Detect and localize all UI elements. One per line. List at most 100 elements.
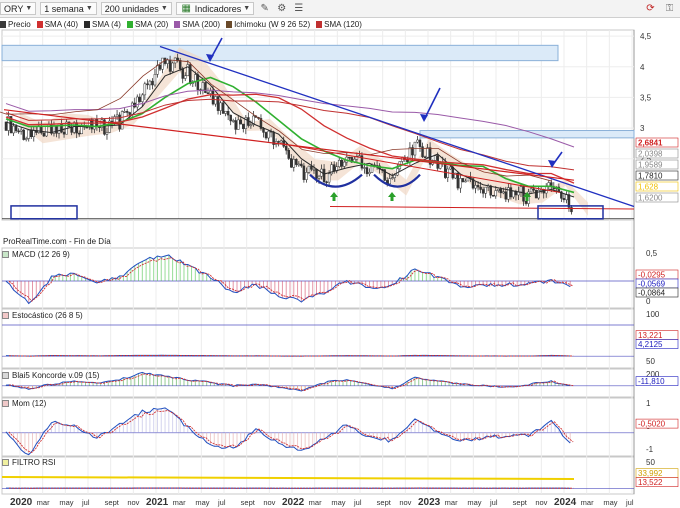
indicators-label: Indicadores (194, 3, 242, 14)
price-candle-body (27, 129, 30, 139)
price-candle-body (489, 185, 492, 196)
x-tick-label: mar (173, 498, 186, 507)
panel-title-mom: Mom (12) (2, 399, 46, 408)
buy-signal-arrow (388, 192, 396, 201)
x-tick-label: nov (263, 498, 275, 507)
settings-icon[interactable]: ⚙ (275, 2, 288, 15)
y-tick-label: -1 (646, 445, 654, 454)
panel-border (1, 397, 635, 457)
panel-title-blai5-text: Blai5 Koncorde v.09 (15) (12, 371, 100, 380)
period-selector[interactable]: 1 semana ▼ (40, 2, 97, 15)
price-candle-body (249, 124, 253, 127)
x-tick-label: may (59, 498, 73, 507)
price-candle-body (224, 110, 227, 114)
price-candle-body (305, 172, 308, 180)
x-tick-label: jul (353, 498, 362, 507)
price-candle-body (136, 96, 139, 108)
panel-title-blai5: Blai5 Koncorde v.09 (15) (2, 371, 99, 380)
y-tick-label: 1 (646, 399, 651, 408)
price-candle-body (239, 119, 243, 125)
price-candle-body (519, 186, 523, 193)
x-tick-label: 2022 (282, 497, 305, 508)
panel-title-macd: MACD (12 26 9) (2, 250, 70, 259)
panel-title-stoch-text: Estocástico (26 8 5) (12, 311, 83, 320)
price-candle-body (148, 80, 152, 86)
chevron-down-icon: ▼ (25, 5, 33, 12)
price-candle-body (310, 165, 313, 170)
x-tick-label: mar (581, 498, 594, 507)
price-candle-body (315, 168, 318, 179)
price-label-text: -11,810 (638, 377, 665, 386)
signal-line (8, 409, 574, 453)
chart-area[interactable]: 4,543,532,52,68412,03981,95891,78101,628… (0, 18, 680, 508)
indicators-button[interactable]: ▦ Indicadores ▼ (175, 2, 255, 15)
draw-tools-icon[interactable]: ✎ (258, 2, 271, 15)
price-candle-body (267, 130, 270, 139)
price-candle-body (214, 96, 217, 105)
price-candle-body (158, 64, 162, 70)
price-candle-body (125, 111, 129, 113)
price-candle-body (146, 83, 149, 86)
panel-border (1, 247, 635, 309)
price-candle-body (287, 150, 290, 159)
price-candle-body (388, 178, 391, 185)
price-candle-body (449, 166, 452, 170)
x-tick-label: 2021 (146, 497, 169, 508)
x-tick-label: sept (241, 498, 256, 507)
price-candle-body (204, 82, 207, 93)
price-candle-body (451, 166, 455, 179)
price-candle-body (426, 147, 429, 158)
list-icon[interactable]: ☰ (292, 2, 305, 15)
price-label-text: -0,0569 (638, 280, 666, 289)
y-tick-label: 0 (646, 297, 651, 306)
x-tick-label: mar (445, 498, 458, 507)
price-label-text: 1,7810 (638, 172, 663, 181)
x-tick-label: nov (535, 498, 547, 507)
buy-signal-arrow (330, 192, 338, 201)
support-box-left (10, 205, 78, 220)
price-candle-body (209, 90, 212, 94)
price-candle-body (153, 74, 157, 86)
price-candle-body (433, 155, 437, 161)
price-candle-body (393, 174, 397, 178)
price-candle-body (262, 128, 265, 133)
price-candle-body (183, 75, 187, 79)
x-tick-label: 2024 (554, 497, 577, 508)
price-candle-body (307, 165, 311, 173)
symbol-selector[interactable]: ORY ▼ (0, 2, 37, 15)
macd-icon (2, 251, 9, 258)
price-candle-body (22, 129, 25, 140)
price-candle-body (456, 172, 460, 189)
lock-icon[interactable]: ⚿ (663, 2, 676, 15)
price-label-text: 2,0398 (638, 150, 663, 159)
annotation-arrowhead (420, 114, 428, 122)
x-tick-label: nov (127, 498, 139, 507)
price-candle-body (290, 158, 293, 168)
price-candle-body (128, 112, 131, 115)
price-candle-body (474, 185, 477, 189)
price-label-text: 33,992 (638, 469, 663, 478)
units-selector[interactable]: 200 unidades ▼ (100, 2, 172, 15)
price-candle-body (509, 187, 513, 198)
price-candle-body (120, 111, 124, 130)
price-candle-body (115, 114, 119, 117)
price-candle-body (365, 167, 369, 175)
price-candle-body (219, 102, 222, 111)
price-candle-body (186, 64, 190, 77)
mom-icon (2, 400, 9, 407)
price-candle-body (130, 102, 134, 115)
price-candle-body (476, 185, 480, 188)
price-candle-body (502, 191, 505, 194)
chevron-down-icon: ▼ (243, 5, 251, 12)
price-candle-body (317, 175, 321, 179)
price-candle-body (62, 131, 66, 135)
price-label-text: -0,5020 (638, 420, 666, 429)
x-tick-label: may (603, 498, 617, 507)
price-candle-body (295, 159, 298, 165)
price-candle-body (423, 156, 427, 159)
price-candle-body (418, 139, 422, 147)
price-candle-body (348, 156, 351, 159)
x-tick-label: sept (105, 498, 120, 507)
refresh-icon[interactable]: ⟳ (644, 2, 657, 15)
x-tick-label: jul (217, 498, 226, 507)
